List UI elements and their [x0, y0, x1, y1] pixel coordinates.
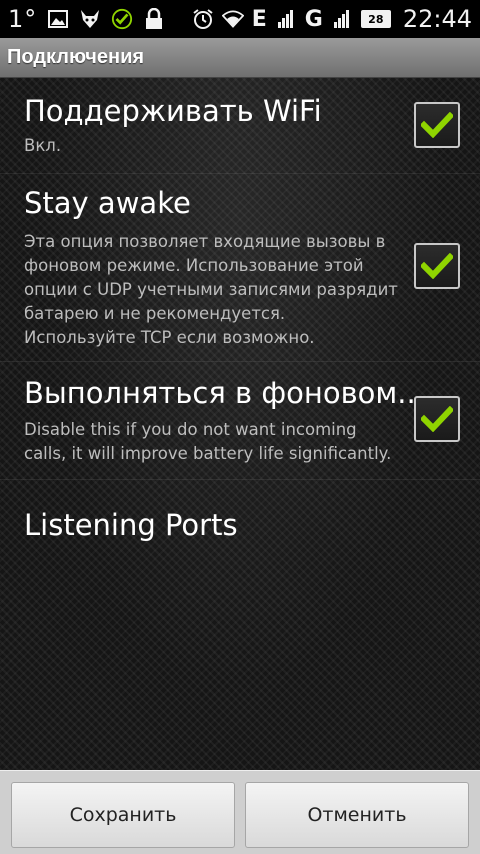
signal-icon — [331, 8, 353, 30]
save-button[interactable]: Сохранить — [11, 782, 235, 848]
cat-icon — [79, 8, 101, 30]
battery-icon: 28 — [360, 10, 391, 28]
check-circle-icon — [111, 8, 133, 30]
check-icon — [421, 406, 453, 432]
check-icon — [421, 253, 453, 279]
button-bar: Сохранить Отменить — [0, 770, 480, 854]
pref-summary: Эта опция позволяет входящие вызовы в фо… — [24, 232, 398, 347]
clock: 22:44 — [402, 5, 472, 33]
pref-title: Выполняться в фоновом.. — [24, 376, 416, 410]
network-type-label: E — [251, 6, 267, 32]
network-type-2-label: G — [304, 6, 323, 32]
pref-title: Stay awake — [24, 186, 191, 220]
alarm-icon — [192, 8, 214, 30]
pref-run-background[interactable]: Выполняться в фоновом.. Disable this if … — [0, 362, 480, 480]
pref-summary: Вкл. — [24, 136, 62, 155]
image-icon — [47, 8, 69, 30]
status-bar: 1° E G 28 22:44 — [0, 0, 480, 38]
wifi-icon — [221, 8, 244, 30]
pref-listening-ports[interactable]: Listening Ports — [0, 480, 480, 568]
checkbox-stay-awake[interactable] — [414, 243, 460, 289]
temperature-label: 1° — [8, 5, 38, 33]
pref-title: Поддерживать WiFi — [24, 94, 322, 128]
pref-summary: Disable this if you do not want incoming… — [24, 420, 392, 463]
checkbox-keep-wifi[interactable] — [414, 102, 460, 148]
pref-stay-awake[interactable]: Stay awake Эта опция позволяет входящие … — [0, 174, 480, 362]
checkbox-run-background[interactable] — [414, 396, 460, 442]
page-title: Подключения — [7, 46, 145, 68]
title-bar: Подключения — [0, 38, 480, 78]
preferences-list: Поддерживать WiFi Вкл. Stay awake Эта оп… — [0, 78, 480, 770]
pref-title: Listening Ports — [24, 508, 238, 542]
check-icon — [421, 112, 453, 138]
cancel-button[interactable]: Отменить — [245, 782, 469, 848]
signal-icon — [275, 8, 297, 30]
lock-icon — [143, 8, 165, 30]
pref-keep-wifi[interactable]: Поддерживать WiFi Вкл. — [0, 78, 480, 174]
